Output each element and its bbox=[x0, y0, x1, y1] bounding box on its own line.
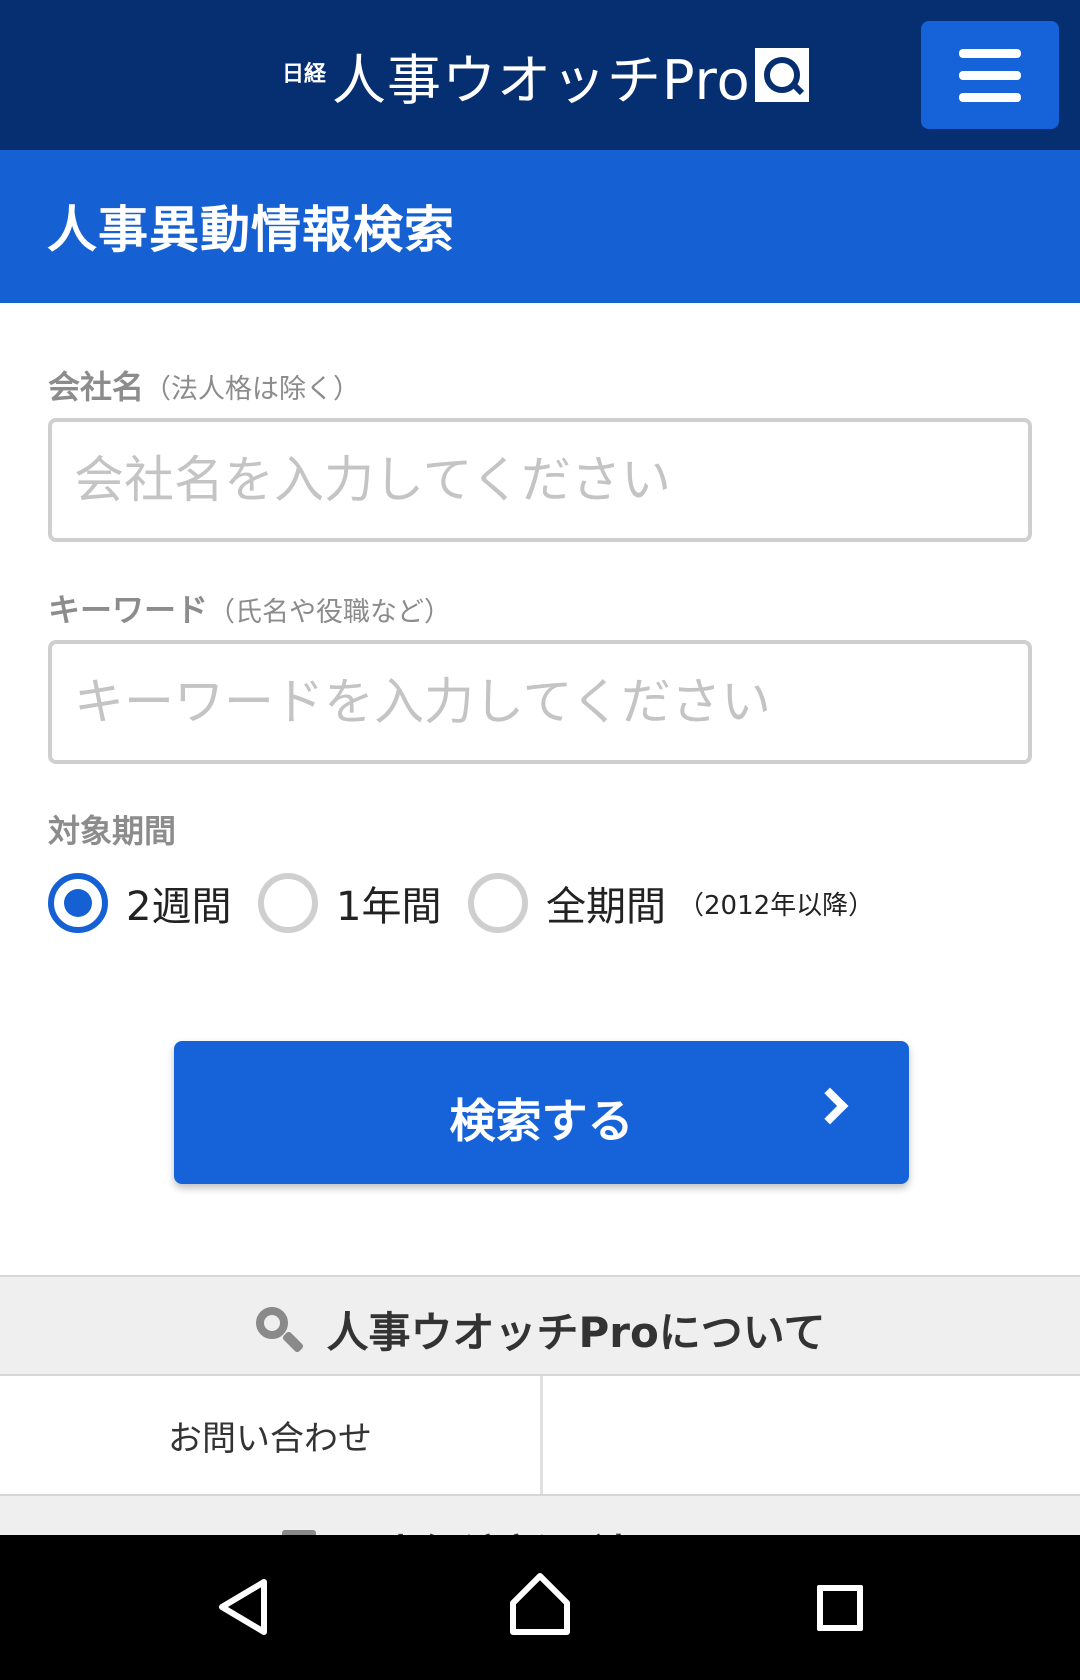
recent-apps-icon[interactable] bbox=[817, 1585, 863, 1631]
radio-all-period[interactable]: 全期間 （2012年以降） bbox=[468, 872, 874, 934]
radio-2-weeks[interactable]: 2週間 bbox=[48, 872, 231, 934]
hamburger-menu-button[interactable] bbox=[921, 21, 1059, 129]
keyword-label-text: キーワード bbox=[48, 591, 209, 629]
period-radio-group: 2週間 1年間 全期間 （2012年以降） bbox=[48, 872, 1048, 934]
contact-link[interactable]: お問い合わせ bbox=[0, 1376, 540, 1494]
radio-2-weeks-label: 2週間 bbox=[126, 884, 232, 930]
app-header: 日経 人事ウオッチPro bbox=[0, 0, 1080, 150]
about-label: 人事ウオッチProについて bbox=[326, 1308, 826, 1357]
period-label: 対象期間 bbox=[48, 812, 177, 850]
footer-link-row: お問い合わせ bbox=[0, 1376, 1080, 1494]
contact-label: お問い合わせ bbox=[168, 1418, 372, 1459]
search-submit-button[interactable]: 検索する bbox=[174, 1041, 909, 1184]
page-title: 人事異動情報検索 bbox=[47, 201, 455, 259]
hamburger-icon-bar bbox=[959, 92, 1021, 102]
back-icon[interactable] bbox=[214, 1577, 274, 1637]
home-icon[interactable] bbox=[508, 1571, 572, 1637]
empty-link-cell bbox=[543, 1376, 1080, 1494]
keyword-label-note: （氏名や役職など） bbox=[208, 597, 452, 628]
radio-unchecked-icon bbox=[258, 873, 318, 933]
radio-all-period-label: 全期間 bbox=[546, 884, 666, 930]
company-name-input[interactable] bbox=[48, 418, 1032, 542]
page-title-bar: 人事異動情報検索 bbox=[0, 150, 1080, 303]
radio-all-period-note: （2012年以降） bbox=[678, 890, 875, 921]
about-section-link[interactable]: 人事ウオッチProについて bbox=[0, 1275, 1080, 1376]
company-label-note: （法人格は除く） bbox=[144, 374, 361, 405]
radio-unchecked-icon bbox=[468, 873, 528, 933]
search-icon bbox=[254, 1305, 305, 1355]
logo-nikkei-mark: 日経 bbox=[282, 62, 327, 87]
hamburger-icon bbox=[959, 48, 1021, 58]
company-label: 会社名（法人格は除く） bbox=[48, 362, 360, 408]
q-search-icon bbox=[754, 48, 809, 102]
radio-1-year-label: 1年間 bbox=[336, 884, 442, 930]
radio-checked-icon bbox=[48, 873, 108, 933]
keyword-label: キーワード（氏名や役職など） bbox=[48, 585, 451, 631]
search-submit-label: 検索する bbox=[449, 1095, 634, 1147]
system-nav-bar bbox=[0, 1535, 1080, 1680]
hamburger-icon-bar bbox=[959, 70, 1021, 80]
keyword-input[interactable] bbox=[48, 640, 1032, 764]
app-logo[interactable]: 日経 人事ウオッチPro bbox=[282, 40, 809, 112]
radio-1-year[interactable]: 1年間 bbox=[258, 872, 441, 934]
company-label-text: 会社名 bbox=[48, 368, 145, 406]
logo-text: 人事ウオッチPro bbox=[332, 48, 751, 112]
